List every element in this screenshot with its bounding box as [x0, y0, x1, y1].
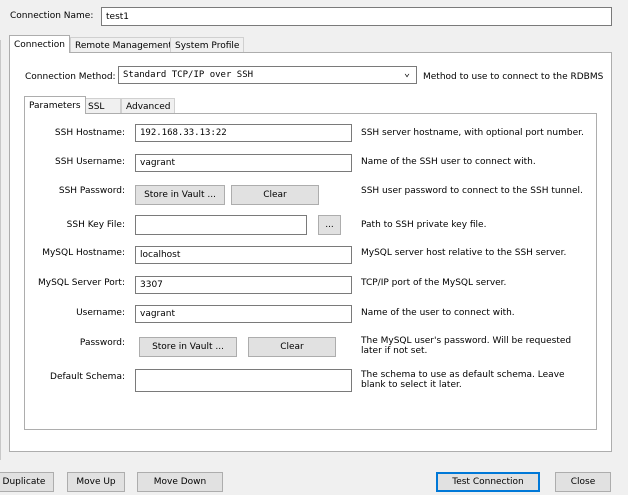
- tab-parameters-label: Parameters: [29, 100, 81, 111]
- password-label: Password:: [79, 338, 125, 348]
- ssh-username-input[interactable]: vagrant: [135, 154, 352, 172]
- duplicate-button[interactable]: Duplicate: [0, 472, 54, 492]
- move-up-button[interactable]: Move Up: [67, 472, 125, 492]
- password-description: The MySQL user's password. Will be reque…: [361, 336, 572, 356]
- mysql-port-input[interactable]: 3307: [135, 276, 352, 294]
- connection-method-value: Standard TCP/IP over SSH: [123, 70, 254, 80]
- mysql-hostname-value: localhost: [140, 250, 181, 260]
- test-connection-button[interactable]: Test Connection: [436, 472, 540, 492]
- connection-method-select[interactable]: Standard TCP/IP over SSH ⌄: [118, 66, 417, 84]
- mysql-port-value: 3307: [140, 280, 163, 290]
- password-store-button[interactable]: Store in Vault ...: [139, 337, 237, 357]
- connection-name-label: Connection Name:: [10, 11, 94, 21]
- ssh-username-description: Name of the SSH user to connect with.: [361, 157, 536, 167]
- connection-name-value: test1: [106, 11, 130, 22]
- window-left-border: [0, 40, 1, 460]
- username-description: Name of the user to connect with.: [361, 308, 515, 318]
- mysql-hostname-description: MySQL server host relative to the SSH se…: [361, 248, 567, 258]
- mysql-port-label: MySQL Server Port:: [37, 278, 125, 288]
- ssh-key-file-input[interactable]: [135, 215, 307, 235]
- tab-advanced[interactable]: Advanced: [121, 98, 176, 114]
- ssh-username-value: vagrant: [140, 158, 176, 168]
- mysql-hostname-input[interactable]: localhost: [135, 246, 352, 264]
- username-input[interactable]: vagrant: [135, 305, 352, 323]
- tab-parameters[interactable]: Parameters: [24, 96, 86, 114]
- tab-connection-label: Connection: [14, 39, 65, 50]
- tab-system-profile-label: System Profile: [175, 40, 240, 51]
- close-button[interactable]: Close: [555, 472, 611, 492]
- username-label: Username:: [76, 308, 125, 318]
- default-schema-label: Default Schema:: [50, 372, 125, 382]
- username-value: vagrant: [140, 309, 176, 319]
- ssh-username-label: SSH Username:: [55, 157, 125, 167]
- ssh-password-store-button[interactable]: Store in Vault ...: [135, 185, 225, 205]
- mysql-port-description: TCP/IP port of the MySQL server.: [361, 278, 507, 288]
- ssh-hostname-value: 192.168.33.13:22: [140, 128, 227, 138]
- ssh-password-description: SSH user password to connect to the SSH …: [361, 186, 583, 196]
- ssh-password-clear-button[interactable]: Clear: [231, 185, 319, 205]
- tab-ssl-label: SSL: [88, 101, 105, 112]
- mysql-hostname-label: MySQL Hostname:: [42, 248, 125, 258]
- tab-advanced-label: Advanced: [126, 101, 171, 112]
- ssh-hostname-input[interactable]: 192.168.33.13:22: [135, 124, 352, 142]
- ssh-key-file-browse-button[interactable]: ...: [318, 215, 341, 235]
- ssh-password-label: SSH Password:: [58, 186, 125, 196]
- ssh-hostname-label: SSH Hostname:: [54, 128, 125, 138]
- tab-system-profile[interactable]: System Profile: [170, 37, 245, 53]
- default-schema-input[interactable]: [135, 369, 352, 392]
- ssh-hostname-description: SSH server hostname, with optional port …: [361, 128, 584, 138]
- move-down-button[interactable]: Move Down: [137, 472, 223, 492]
- chevron-down-icon: ⌄: [403, 68, 410, 79]
- tab-ssl[interactable]: SSL: [83, 98, 121, 114]
- ssh-key-file-description: Path to SSH private key file.: [361, 220, 487, 230]
- password-clear-button[interactable]: Clear: [248, 337, 336, 357]
- ssh-key-file-label: SSH Key File:: [66, 220, 125, 230]
- connection-method-hint: Method to use to connect to the RDBMS: [423, 72, 604, 82]
- connection-name-input[interactable]: test1: [101, 7, 612, 26]
- tab-remote-management-label: Remote Management: [75, 40, 172, 51]
- tab-remote-management[interactable]: Remote Management: [70, 37, 177, 53]
- default-schema-description: The schema to use as default schema. Lea…: [361, 370, 565, 390]
- connection-method-label: Connection Method:: [25, 72, 116, 82]
- tab-connection[interactable]: Connection: [9, 35, 70, 53]
